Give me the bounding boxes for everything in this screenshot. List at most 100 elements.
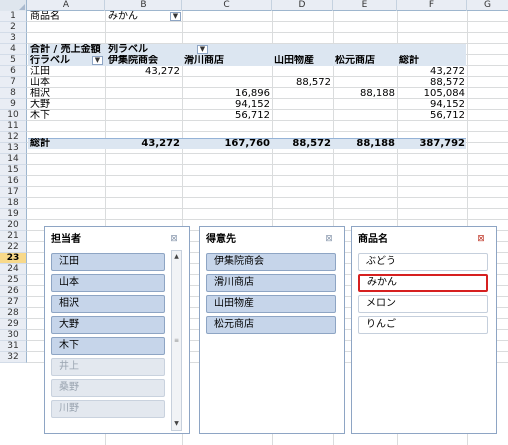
clear-filter-icon[interactable]: ⊠ <box>323 234 335 245</box>
funnel-filter-icon[interactable]: ▼ <box>170 12 181 21</box>
row-header[interactable]: 6 <box>0 66 27 77</box>
row-header[interactable]: 26 <box>0 286 27 297</box>
pivot-value-cell[interactable]: 88,572 <box>272 77 333 88</box>
pivot-value-cell[interactable] <box>272 99 333 110</box>
row-header[interactable]: 32 <box>0 352 27 363</box>
slicer-shohin-item[interactable]: りんご <box>358 316 488 334</box>
pivot-row-name[interactable]: 木下 <box>28 110 105 121</box>
pivot-total-cell[interactable]: 167,760 <box>182 138 272 149</box>
pivot-value-cell[interactable] <box>333 77 397 88</box>
slicer-tanto-scrollbar[interactable]: ▲ ≡ ▼ <box>171 250 182 431</box>
row-header[interactable]: 12 <box>0 132 27 143</box>
clear-filter-icon[interactable]: ⊠ <box>168 234 180 245</box>
select-all-corner[interactable] <box>0 0 27 11</box>
pivot-value-cell[interactable]: 94,152 <box>182 99 272 110</box>
row-header[interactable]: 16 <box>0 176 27 187</box>
pivot-row-name[interactable]: 大野 <box>28 99 105 110</box>
slicer-shohin-item[interactable]: ぶどう <box>358 253 488 271</box>
pivot-value-cell[interactable] <box>106 77 182 88</box>
row-header[interactable]: 24 <box>0 264 27 275</box>
row-header[interactable]: 20 <box>0 220 27 231</box>
column-header-d[interactable]: D <box>272 0 333 11</box>
row-header[interactable]: 22 <box>0 242 27 253</box>
pivot-value-cell[interactable] <box>272 110 333 121</box>
slicer-tokui-item[interactable]: 伊集院商会 <box>206 253 336 271</box>
pivot-value-cell[interactable]: 88,572 <box>397 77 467 88</box>
scroll-down-icon[interactable]: ▼ <box>172 419 181 429</box>
row-header[interactable]: 10 <box>0 110 27 121</box>
slicer-tokui-item[interactable]: 松元商店 <box>206 316 336 334</box>
pivot-row-name[interactable]: 相沢 <box>28 88 105 99</box>
row-header[interactable]: 13 <box>0 143 27 154</box>
slicer-tanto-item[interactable]: 井上 <box>51 358 165 376</box>
row-header[interactable]: 7 <box>0 77 27 88</box>
column-header-g[interactable]: G <box>467 0 508 11</box>
row-header[interactable]: 5 <box>0 55 27 66</box>
pivot-value-cell[interactable] <box>333 66 397 77</box>
slicer-tanto-item[interactable]: 桑野 <box>51 379 165 397</box>
pivot-value-cell[interactable] <box>182 77 272 88</box>
column-label-chevron-down-icon[interactable]: ▼ <box>197 45 208 54</box>
pivot-total-cell[interactable]: 88,572 <box>272 138 333 149</box>
row-header[interactable]: 27 <box>0 297 27 308</box>
row-header[interactable]: 19 <box>0 209 27 220</box>
pivot-value-cell[interactable] <box>333 99 397 110</box>
pivot-value-cell[interactable] <box>106 110 182 121</box>
pivot-value-cell[interactable]: 94,152 <box>397 99 467 110</box>
pivot-total-cell[interactable]: 43,272 <box>106 138 182 149</box>
row-header[interactable]: 23 <box>0 253 27 264</box>
row-header[interactable]: 28 <box>0 308 27 319</box>
slicer-tanto-item[interactable]: 木下 <box>51 337 165 355</box>
column-header-a[interactable]: A <box>28 0 105 11</box>
row-header[interactable]: 15 <box>0 165 27 176</box>
pivot-total-cell[interactable]: 88,188 <box>333 138 397 149</box>
scroll-up-icon[interactable]: ▲ <box>172 252 181 262</box>
pivot-value-cell[interactable]: 16,896 <box>182 88 272 99</box>
pivot-value-cell[interactable] <box>182 66 272 77</box>
slicer-tanto[interactable]: 担当者 ⊠ 江田 山本 相沢 大野 木下 井上 桑野 川野 ▲ ≡ ▼ <box>44 226 190 434</box>
row-header[interactable]: 21 <box>0 231 27 242</box>
pivot-value-cell[interactable]: 43,272 <box>397 66 467 77</box>
clear-filter-icon[interactable]: ⊠ <box>475 234 487 245</box>
row-header[interactable]: 8 <box>0 88 27 99</box>
row-header[interactable]: 29 <box>0 319 27 330</box>
row-header[interactable]: 11 <box>0 121 27 132</box>
slicer-tanto-item[interactable]: 山本 <box>51 274 165 292</box>
pivot-total-cell[interactable]: 387,792 <box>397 138 467 149</box>
row-header[interactable]: 31 <box>0 341 27 352</box>
slicer-shohin-item[interactable]: みかん <box>358 274 488 292</box>
pivot-value-cell[interactable] <box>272 66 333 77</box>
slicer-tanto-item[interactable]: 大野 <box>51 316 165 334</box>
report-filter-value[interactable]: みかん <box>106 11 166 22</box>
pivot-value-cell[interactable]: 88,188 <box>333 88 397 99</box>
column-header-e[interactable]: E <box>333 0 397 11</box>
row-header[interactable]: 2 <box>0 22 27 33</box>
row-header[interactable]: 17 <box>0 187 27 198</box>
column-header-c[interactable]: C <box>182 0 272 11</box>
row-header[interactable]: 14 <box>0 154 27 165</box>
slicer-tanto-item[interactable]: 相沢 <box>51 295 165 313</box>
pivot-row-name[interactable]: 江田 <box>28 66 105 77</box>
row-header[interactable]: 18 <box>0 198 27 209</box>
slicer-tokui[interactable]: 得意先 ⊠ 伊集院商会 滑川商店 山田物産 松元商店 <box>199 226 345 434</box>
slicer-shohin-item[interactable]: メロン <box>358 295 488 313</box>
pivot-value-cell[interactable] <box>106 88 182 99</box>
slicer-tanto-item[interactable]: 江田 <box>51 253 165 271</box>
row-header[interactable]: 25 <box>0 275 27 286</box>
row-header[interactable]: 4 <box>0 44 27 55</box>
slicer-shohin[interactable]: 商品名 ⊠ ぶどう みかん メロン りんご <box>351 226 497 434</box>
pivot-value-cell[interactable]: 105,084 <box>397 88 467 99</box>
pivot-value-cell[interactable]: 43,272 <box>106 66 182 77</box>
pivot-value-cell[interactable] <box>106 99 182 110</box>
column-header-b[interactable]: B <box>106 0 182 11</box>
row-header[interactable]: 9 <box>0 99 27 110</box>
row-header[interactable]: 3 <box>0 33 27 44</box>
column-header-f[interactable]: F <box>397 0 467 11</box>
pivot-value-cell[interactable] <box>333 110 397 121</box>
pivot-value-cell[interactable]: 56,712 <box>397 110 467 121</box>
slicer-tanto-item[interactable]: 川野 <box>51 400 165 418</box>
pivot-value-cell[interactable] <box>272 88 333 99</box>
row-label-chevron-down-icon[interactable]: ▼ <box>92 56 103 65</box>
slicer-tokui-item[interactable]: 山田物産 <box>206 295 336 313</box>
scroll-grip-icon[interactable]: ≡ <box>172 336 181 346</box>
